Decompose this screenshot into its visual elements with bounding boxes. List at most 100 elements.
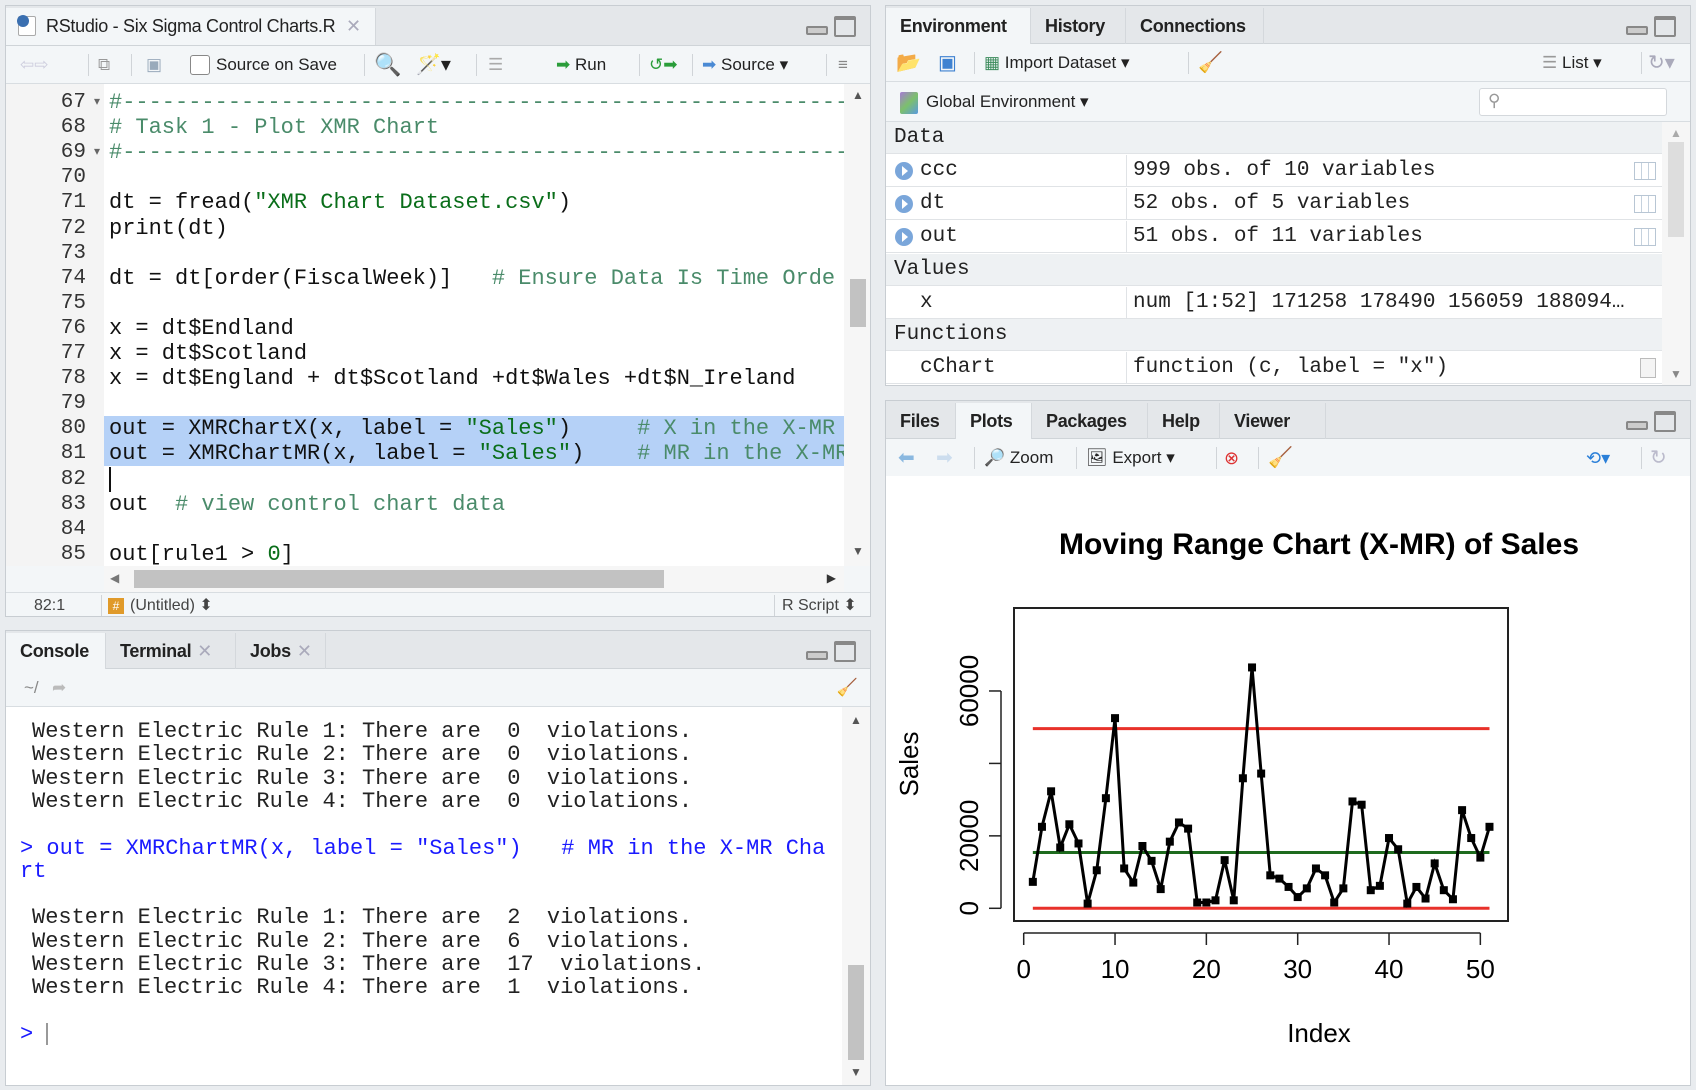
maximize-icon[interactable] [1654, 411, 1676, 432]
environment-window-controls[interactable] [1626, 16, 1678, 38]
import-dataset-button[interactable]: ▦ Import Dataset ▾ [984, 44, 1130, 82]
run-button[interactable]: ➡ Run [556, 46, 606, 84]
load-workspace-icon[interactable]: 📂 [896, 44, 921, 82]
refresh-plot-icon[interactable]: ↻ [1650, 439, 1667, 477]
expand-icon[interactable] [895, 162, 913, 180]
console-output[interactable]: Western Electric Rule 1: There are 0 vio… [6, 707, 842, 1085]
minimize-icon[interactable] [806, 651, 828, 660]
data-point [1366, 886, 1375, 895]
console-window-controls[interactable] [806, 641, 858, 663]
env-row-x[interactable]: x num [1:52] 171258 178490 156059 188094… [886, 287, 1662, 319]
close-terminal-icon[interactable]: ✕ [197, 641, 212, 661]
save-workspace-icon[interactable]: ▣ [938, 44, 957, 82]
editor-horizontal-scrollbar[interactable]: ◀ ▶ [104, 566, 844, 592]
source-on-save-checkbox[interactable] [190, 55, 210, 75]
export-button[interactable]: 🖼 Export ▾ [1086, 439, 1175, 477]
minimize-icon[interactable] [806, 26, 828, 35]
previous-plot-icon[interactable]: ⬅ [898, 439, 915, 477]
go-to-directory-icon[interactable]: ➦ [52, 669, 66, 707]
plots-window-controls[interactable] [1626, 411, 1678, 433]
refresh-environment-icon[interactable]: ↻▾ [1648, 44, 1675, 82]
code-line[interactable]: x = dt$England + dt$Scotland +dt$Wales +… [109, 366, 796, 391]
close-tab-icon[interactable]: ✕ [346, 16, 361, 36]
minimize-icon[interactable] [1626, 421, 1648, 430]
remove-plot-icon[interactable]: ⊗ [1224, 439, 1239, 477]
tab-viewer[interactable]: Viewer [1220, 403, 1326, 439]
console-scroll-thumb[interactable] [848, 965, 864, 1060]
rerun-icon[interactable]: ↺➡ [649, 46, 678, 84]
code-line[interactable]: x = dt$Scotland [109, 341, 307, 366]
maximize-icon[interactable] [834, 641, 856, 662]
view-data-grid-icon[interactable] [1634, 195, 1656, 213]
expand-icon[interactable] [895, 195, 913, 213]
code-line[interactable]: #---------------------------------------… [109, 140, 844, 165]
env-row-cchart[interactable]: cChart function (c, label = "x") [886, 352, 1662, 384]
environment-vertical-scrollbar[interactable]: ▲ ▼ [1662, 122, 1690, 385]
filetype-selector[interactable]: R Script ⬍ [782, 593, 857, 616]
tab-plots[interactable]: Plots [956, 403, 1032, 440]
view-data-grid-icon[interactable] [1634, 162, 1656, 180]
code-line[interactable]: #---------------------------------------… [109, 90, 844, 115]
x-tick-label: 10 [1101, 954, 1130, 984]
code-area[interactable]: 67 ▾ 68 69 ▾ 70 71 72 73 74 75 76 77 78 79 80 81 82 83 84 85… [6, 84, 870, 566]
code-line[interactable]: dt = dt[order(FiscalWeek)] # Ensure Data… [109, 266, 835, 291]
env-row-ccc[interactable]: ccc 999 obs. of 10 variables [886, 155, 1662, 187]
tab-environment[interactable]: Environment [886, 8, 1031, 45]
scope-selector[interactable]: # (Untitled) ⬍ [108, 593, 213, 616]
global-environment-dropdown[interactable]: Global Environment ▾ [900, 90, 1089, 114]
code-line[interactable]: out = XMRChartMR(x, label = "Sales") # M… [109, 441, 844, 466]
editor-window-controls[interactable] [806, 16, 858, 38]
back-forward-icon[interactable]: ⇦⇨ [20, 46, 49, 84]
view-data-grid-icon[interactable] [1634, 228, 1656, 246]
environment-search-input[interactable]: ⚲ [1479, 88, 1667, 116]
clear-plots-broom-icon[interactable]: 🧹 [1268, 439, 1293, 477]
tab-help[interactable]: Help [1148, 403, 1220, 439]
find-icon[interactable]: 🔍 [374, 46, 401, 84]
show-in-window-icon[interactable]: ⧉ [98, 46, 110, 84]
zoom-button[interactable]: 🔎 Zoom [984, 439, 1053, 477]
editor-hscroll-thumb[interactable] [134, 570, 664, 588]
code-line[interactable]: print(dt) [109, 216, 228, 241]
editor-vertical-scrollbar[interactable]: ▲ ▼ [844, 84, 870, 566]
env-row-out[interactable]: out 51 obs. of 11 variables [886, 221, 1662, 253]
code-line[interactable]: dt = fread("XMR Chart Dataset.csv") [109, 190, 571, 215]
tab-packages[interactable]: Packages [1032, 403, 1148, 439]
expand-icon[interactable] [895, 228, 913, 246]
env-row-dt[interactable]: dt 52 obs. of 5 variables [886, 188, 1662, 220]
source-button[interactable]: ➡ Source ▾ [702, 46, 788, 84]
view-mode-button[interactable]: ☰ List ▾ [1542, 44, 1602, 82]
editor-scroll-thumb[interactable] [850, 279, 866, 327]
publish-icon[interactable]: ⟲▾ [1586, 439, 1610, 477]
view-function-icon[interactable] [1640, 358, 1656, 378]
code-lines[interactable]: #---------------------------------------… [6, 84, 844, 566]
tab-history[interactable]: History [1031, 8, 1126, 44]
code-line[interactable]: out = XMRChartX(x, label = "Sales") # X … [109, 416, 835, 441]
outline-icon[interactable]: ≡ [838, 46, 848, 84]
code-line[interactable]: # Task 1 - Plot XMR Chart [109, 115, 439, 140]
code-line[interactable]: out # view control chart data [109, 492, 505, 517]
tab-terminal[interactable]: Terminal ✕ [106, 633, 236, 669]
next-plot-icon[interactable]: ➡ [936, 439, 953, 477]
tab-console[interactable]: Console [6, 633, 106, 670]
compile-report-icon[interactable]: ☰ [488, 46, 503, 84]
code-line[interactable]: x = dt$Endland [109, 316, 294, 341]
maximize-icon[interactable] [1654, 16, 1676, 37]
maximize-icon[interactable] [834, 16, 856, 37]
clear-workspace-broom-icon[interactable]: 🧹 [1198, 44, 1223, 82]
console-line-prompt[interactable]: > [20, 1022, 49, 1047]
minimize-icon[interactable] [1626, 26, 1648, 35]
tab-files[interactable]: Files [886, 403, 956, 439]
data-point [1248, 663, 1257, 672]
code-tools-wand-icon[interactable]: 🪄▾ [416, 46, 451, 84]
editor-file-tab[interactable]: RStudio - Six Sigma Control Charts.R ✕ [6, 8, 376, 45]
console-vertical-scrollbar[interactable]: ▲ ▼ [842, 707, 870, 1085]
close-jobs-icon[interactable]: ✕ [297, 641, 312, 661]
environment-scroll-thumb[interactable] [1668, 142, 1684, 237]
working-directory[interactable]: ~/ [24, 669, 39, 707]
data-point [1375, 881, 1384, 890]
tab-jobs[interactable]: Jobs ✕ [236, 633, 326, 669]
save-icon[interactable]: ▣ [146, 46, 162, 84]
clear-console-broom-icon[interactable]: 🧹 [837, 669, 858, 707]
code-line[interactable]: out[rule1 > 0] [109, 542, 294, 566]
tab-connections[interactable]: Connections [1126, 8, 1264, 44]
